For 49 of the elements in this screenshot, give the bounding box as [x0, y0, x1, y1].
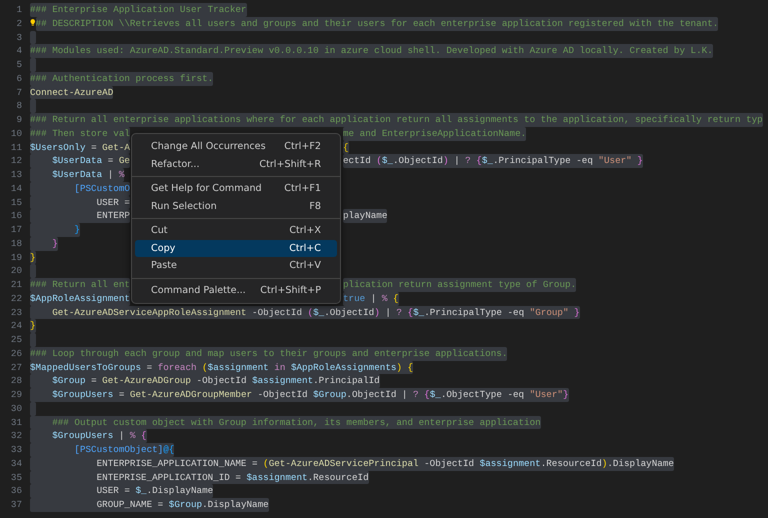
line-number: 1	[15, 3, 22, 17]
line-number: 27	[10, 360, 22, 374]
line-number: 17	[10, 223, 22, 237]
line-number: 36	[10, 484, 22, 498]
line-number: 7	[15, 86, 22, 100]
line-number: 13	[10, 168, 22, 182]
line-number: 26	[10, 346, 22, 360]
line-number: 37	[10, 498, 22, 512]
line-number: 33	[10, 443, 22, 457]
line-number: 15	[10, 196, 22, 210]
line-number: 11	[10, 140, 22, 154]
line-number: 10	[10, 126, 22, 140]
line-number: 31	[10, 416, 22, 430]
line-number: 29	[10, 388, 22, 402]
line-number: 24	[10, 319, 22, 333]
line-number: 28	[10, 374, 22, 388]
line-number: 8	[15, 99, 22, 113]
menu-item[interactable]: Copy Ctrl+C	[135, 240, 337, 257]
menu-item[interactable]: Paste Ctrl+V	[135, 257, 337, 274]
line-number: 30	[10, 402, 22, 416]
line-number: 22	[10, 292, 22, 306]
line-number: 4	[15, 44, 22, 58]
menu-item[interactable]: Change All Occurrences Ctrl+F2	[135, 138, 337, 156]
line-number: 12	[10, 154, 22, 168]
menu-item[interactable]: Cut Ctrl+X	[135, 222, 337, 240]
line-number: 2	[15, 16, 22, 30]
line-number: 16	[10, 209, 22, 223]
line-number: 32	[10, 429, 22, 443]
line-number: 3	[15, 30, 22, 44]
menu-item[interactable]: Command Palette... Ctrl+Shift+P	[135, 282, 337, 299]
line-number: 20	[10, 264, 22, 278]
line-number: 6	[15, 72, 22, 86]
line-number: 5	[15, 58, 22, 72]
code-line: }	[30, 250, 36, 264]
menu-item[interactable]: Get Help for Command Ctrl+F1	[135, 180, 337, 198]
menu-item[interactable]: Refactor... Ctrl+Shift+R	[135, 156, 337, 173]
lightbulb-icon[interactable]	[30, 16, 36, 28]
menu-item[interactable]: Run Selection F8	[135, 198, 337, 215]
line-number: 21	[10, 278, 22, 292]
line-number: 25	[10, 333, 22, 347]
line-number: 18	[10, 236, 22, 250]
code-line: {	[343, 140, 349, 154]
line-number: 34	[10, 456, 22, 470]
line-number: 9	[15, 113, 22, 127]
line-number: 35	[10, 470, 22, 484]
line-number: 23	[10, 306, 22, 320]
line-number: 14	[10, 182, 22, 196]
code-line: }	[30, 319, 36, 333]
line-number: 19	[10, 250, 22, 264]
